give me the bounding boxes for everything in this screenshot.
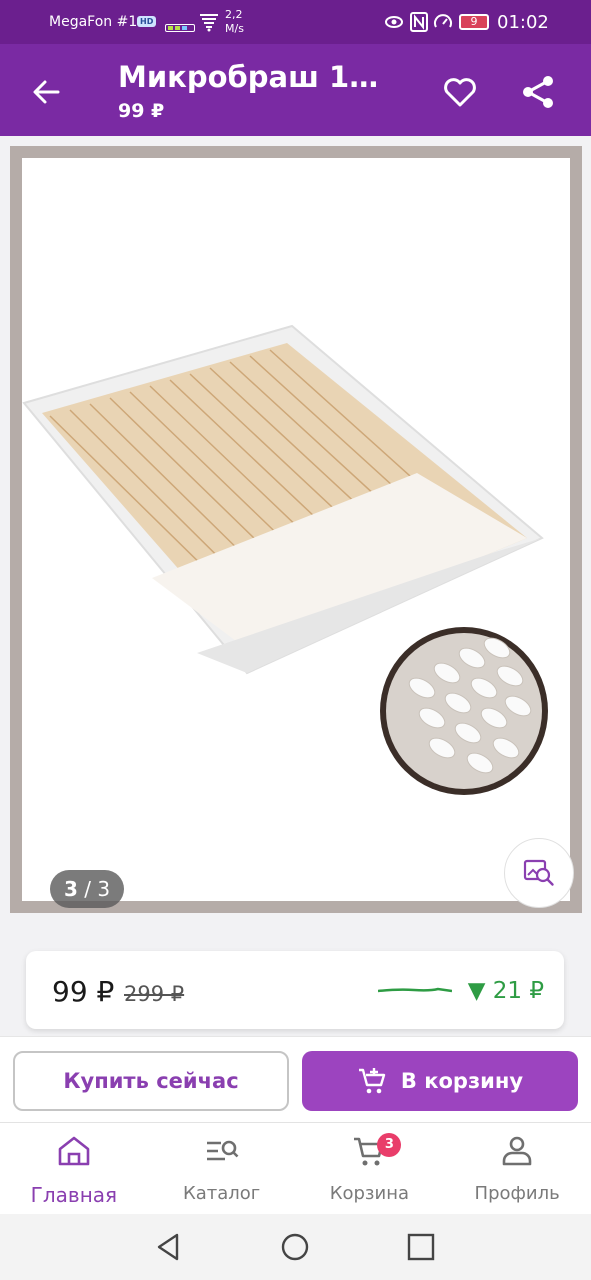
nav-label-cart: Корзина <box>329 1183 410 1204</box>
page-title: Микробраш 100… <box>118 60 398 94</box>
catalog-search-icon <box>206 1140 239 1161</box>
system-home-icon[interactable] <box>278 1230 312 1264</box>
status-bar: MegaFon #1 HD 2,2 M/s 9 01:02 <box>0 0 591 44</box>
eye-icon <box>385 16 403 28</box>
nav-item-profile[interactable]: Профиль <box>443 1123 591 1214</box>
old-price: 299 ₽ <box>124 982 185 1006</box>
price-card: 99 ₽ 299 ₽ ▼ 21 ₽ <box>26 951 564 1029</box>
current-price: 99 ₽ <box>52 975 115 1008</box>
home-icon <box>58 1136 90 1166</box>
nav-item-cart[interactable]: 3 Корзина <box>296 1123 444 1214</box>
system-recents-icon[interactable] <box>404 1230 438 1264</box>
app-bar: Микробраш 100… 99 ₽ <box>0 44 591 136</box>
image-counter: 3 / 3 <box>50 870 124 908</box>
add-to-cart-label: В корзину <box>400 1069 524 1093</box>
nav-label-catalog: Каталог <box>182 1183 261 1204</box>
wifi-icon <box>200 14 218 32</box>
back-arrow-icon[interactable] <box>28 74 64 110</box>
carrier-name: MegaFon #1 <box>49 14 138 30</box>
system-nav-bar <box>0 1214 591 1280</box>
add-to-cart-icon <box>358 1068 386 1094</box>
signal-icon <box>165 24 195 32</box>
nav-item-home[interactable]: Главная <box>0 1123 148 1214</box>
product-gallery[interactable]: 3 / 3 <box>10 146 582 913</box>
speedometer-icon <box>434 14 452 28</box>
nav-label-profile: Профиль <box>474 1183 560 1204</box>
battery-icon: 9 <box>459 14 489 30</box>
microbrush-pack-image <box>22 324 548 795</box>
nav-item-catalog[interactable]: Каталог <box>148 1123 296 1214</box>
nfc-icon <box>410 12 428 32</box>
price-trend-sparkline <box>378 987 452 993</box>
product-image[interactable]: 3 / 3 <box>22 158 574 908</box>
buy-now-button[interactable]: Купить сейчас <box>13 1051 289 1111</box>
network-speed: 2,2 M/s <box>225 8 244 35</box>
system-back-icon[interactable] <box>152 1230 186 1264</box>
add-to-cart-button[interactable]: В корзину <box>302 1051 578 1111</box>
nav-label-home: Главная <box>30 1183 118 1207</box>
heart-icon[interactable] <box>440 72 480 112</box>
clock: 01:02 <box>497 12 549 33</box>
share-icon[interactable] <box>518 72 558 112</box>
bottom-nav: Главная Каталог 3 Корзина Профиль <box>0 1122 591 1214</box>
cart-count-badge: 3 <box>377 1133 402 1157</box>
price-drop: ▼ 21 ₽ <box>467 978 544 1004</box>
visual-search-button[interactable] <box>504 838 574 908</box>
action-bar: Купить сейчас В корзину <box>0 1036 591 1122</box>
image-search-icon <box>523 859 554 886</box>
header-price: 99 ₽ <box>118 100 165 122</box>
profile-icon <box>502 1136 532 1166</box>
hd-badge: HD <box>137 16 157 27</box>
